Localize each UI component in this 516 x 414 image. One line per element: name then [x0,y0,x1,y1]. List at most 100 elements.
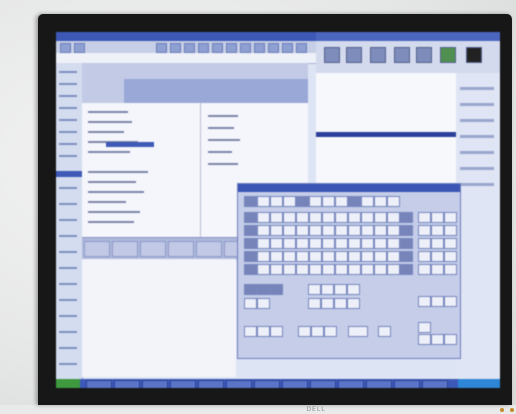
keyboard-key[interactable] [335,264,348,275]
keyboard-key[interactable] [361,225,374,236]
sidebar-item[interactable] [59,131,77,133]
toolbar-button[interactable] [212,43,223,53]
keyboard-key[interactable] [322,238,335,249]
sidebar-item[interactable] [59,83,77,85]
sidebar-item[interactable] [59,187,77,189]
side-panel-item[interactable] [460,103,494,106]
keyboard-key[interactable] [374,212,387,223]
right-window-selected-row[interactable] [316,132,456,137]
toolbar-button[interactable] [198,43,209,53]
keyboard-key[interactable] [296,196,309,207]
keyboard-key[interactable] [270,264,283,275]
keyboard-key[interactable] [444,264,457,275]
keyboard-key[interactable] [348,251,361,262]
toolbar-button[interactable] [254,43,265,53]
table-cell[interactable] [140,241,166,257]
sidebar-item[interactable] [59,95,77,97]
keyboard-key[interactable] [348,238,361,249]
keyboard-key[interactable] [431,238,444,249]
keyboard-key[interactable] [283,212,296,223]
keyboard-key[interactable] [387,251,400,262]
table-cell[interactable] [196,241,222,257]
keyboard-key[interactable] [322,225,335,236]
toolbar-button[interactable] [226,43,237,53]
sidebar-item[interactable] [59,331,77,333]
keyboard-key[interactable] [335,251,348,262]
keyboard-key[interactable] [387,225,400,236]
toolbar-button[interactable] [282,43,293,53]
document-selected-line[interactable] [106,142,154,147]
keyboard-key[interactable] [311,326,324,337]
keyboard-key[interactable] [400,264,413,275]
keyboard-key[interactable] [444,296,457,307]
keyboard-key[interactable] [322,251,335,262]
keyboard-key[interactable] [257,212,270,223]
table-cell[interactable] [112,241,138,257]
taskbar-item[interactable] [226,380,252,388]
keyboard-key[interactable] [296,212,309,223]
keyboard-key[interactable] [322,212,335,223]
toolbar-icon[interactable] [440,47,456,63]
keyboard-key[interactable] [335,212,348,223]
keyboard-key[interactable] [270,326,283,337]
taskbar-item[interactable] [394,380,420,388]
keyboard-key[interactable] [244,251,257,262]
keyboard-key[interactable] [444,251,457,262]
system-tray[interactable] [458,379,500,388]
keyboard-key[interactable] [309,212,322,223]
keyboard-key[interactable] [257,284,270,295]
keyboard-key[interactable] [444,225,457,236]
table-cell[interactable] [168,241,194,257]
sidebar-item[interactable] [59,235,77,237]
keyboard-key[interactable] [334,298,347,309]
side-panel-item[interactable] [460,87,494,90]
keyboard-key[interactable] [257,238,270,249]
keyboard-key[interactable] [361,212,374,223]
keyboard-key[interactable] [296,225,309,236]
keyboard-key[interactable] [444,238,457,249]
keyboard-key[interactable] [400,251,413,262]
keyboard-key[interactable] [361,196,374,207]
side-panel-item[interactable] [460,119,494,122]
keyboard-key[interactable] [283,196,296,207]
keyboard-key[interactable] [387,196,400,207]
keyboard-key[interactable] [244,225,257,236]
toolbar-icon[interactable] [346,47,362,63]
keyboard-key[interactable] [322,196,335,207]
keyboard-key[interactable] [270,284,283,295]
keyboard-key[interactable] [257,326,270,337]
keyboard-key[interactable] [283,264,296,275]
keyboard-key[interactable] [244,212,257,223]
keyboard-key[interactable] [309,225,322,236]
keyboard-key[interactable] [324,326,337,337]
keyboard-key[interactable] [431,212,444,223]
sidebar-item[interactable] [59,347,77,349]
keyboard-key[interactable] [322,264,335,275]
keyboard-key[interactable] [244,196,257,207]
sidebar-item[interactable] [59,143,77,145]
toolbar-icon[interactable] [324,47,340,63]
side-panel-item[interactable] [460,167,494,170]
keyboard-key[interactable] [431,251,444,262]
keyboard-key[interactable] [308,284,321,295]
sidebar-item[interactable] [59,119,77,121]
keyboard-key[interactable] [335,225,348,236]
taskbar-item[interactable] [338,380,364,388]
keyboard-key[interactable] [244,326,257,337]
table-cell[interactable] [84,241,110,257]
keyboard-key[interactable] [270,238,283,249]
sidebar-item[interactable] [59,267,77,269]
keyboard-key[interactable] [244,238,257,249]
keyboard-key[interactable] [257,298,270,309]
toolbar-icon[interactable] [394,47,410,63]
keyboard-key[interactable] [309,251,322,262]
toolbar-button[interactable] [170,43,181,53]
keyboard-key[interactable] [308,298,321,309]
side-panel-item[interactable] [460,151,494,154]
sidebar-selected-item[interactable] [56,171,82,177]
keyboard-key[interactable] [270,212,283,223]
toolbar-button[interactable] [296,43,307,53]
keyboard-key[interactable] [444,334,457,345]
sidebar-item[interactable] [59,107,77,109]
keyboard-key[interactable] [418,296,431,307]
